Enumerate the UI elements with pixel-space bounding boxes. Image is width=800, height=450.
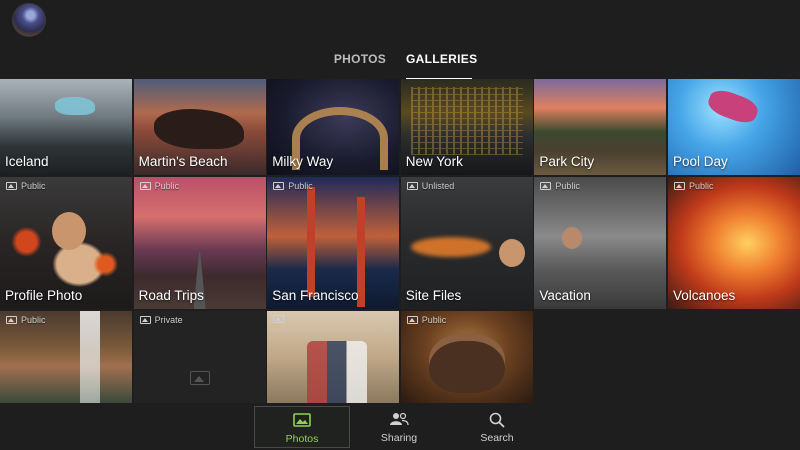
- gallery-tile[interactable]: Private: [133, 311, 266, 403]
- person-figure: [562, 227, 583, 249]
- visibility-badge: Public: [540, 181, 580, 191]
- gallery-tile[interactable]: [267, 311, 400, 403]
- gallery-name: Martin's Beach: [138, 154, 228, 169]
- visibility-label: Private: [154, 315, 183, 325]
- bottom-nav: Photos Sharing Search: [0, 404, 800, 450]
- visibility-badge: Public: [273, 181, 313, 191]
- gallery-tile[interactable]: Public: [0, 311, 132, 403]
- visibility-badge: Private: [139, 315, 183, 325]
- nav-photos-button[interactable]: Photos: [254, 406, 350, 448]
- gallery-tile[interactable]: Unlisted Site Files: [400, 177, 533, 309]
- visibility-label: Public: [555, 181, 580, 191]
- gallery-name: Iceland: [5, 154, 49, 169]
- photos-icon: [255, 413, 349, 429]
- visibility-badge: Public: [6, 181, 46, 191]
- visibility-label: Public: [21, 315, 46, 325]
- image-icon: [6, 182, 17, 190]
- galleries-grid: Iceland Martin's Beach Milky Way New Yor…: [0, 79, 800, 404]
- gallery-tile[interactable]: Public Vacation: [534, 177, 667, 309]
- tab-galleries[interactable]: GALLERIES: [406, 52, 477, 80]
- visibility-label: Public: [688, 181, 714, 191]
- view-tabs: PHOTOS GALLERIES: [0, 52, 800, 80]
- gallery-tile[interactable]: Iceland: [0, 79, 132, 175]
- sharing-icon: [351, 412, 447, 428]
- empty-cell: [667, 311, 800, 403]
- gallery-tile[interactable]: Milky Way: [267, 79, 400, 175]
- gallery-tile[interactable]: Park City: [534, 79, 667, 175]
- image-icon: [273, 182, 285, 190]
- nav-photos-label: Photos: [285, 433, 319, 445]
- image-icon: [273, 315, 285, 323]
- image-icon: [139, 182, 151, 190]
- nav-search-button[interactable]: Search: [449, 406, 545, 448]
- person-figure: [498, 239, 525, 267]
- visibility-label: Public: [288, 181, 313, 191]
- gallery-name: Volcanoes: [672, 288, 736, 303]
- gallery-tile[interactable]: Public San Francisco: [267, 177, 400, 309]
- gallery-name: Road Trips: [138, 288, 204, 303]
- visibility-badge: Unlisted: [406, 181, 455, 191]
- visibility-label: Public: [154, 181, 180, 191]
- empty-cell: [534, 311, 667, 403]
- gallery-tile[interactable]: Public: [400, 311, 533, 403]
- visibility-label: Public: [421, 315, 447, 325]
- image-icon: [540, 182, 552, 190]
- image-icon: [673, 182, 685, 190]
- image-icon: [139, 316, 151, 324]
- nav-sharing-button[interactable]: Sharing: [351, 406, 447, 448]
- gallery-tile[interactable]: Public Road Trips: [133, 177, 266, 309]
- top-bar: PHOTOS GALLERIES: [0, 0, 800, 80]
- visibility-label: Public: [21, 181, 46, 191]
- image-icon: [406, 316, 418, 324]
- tab-photos[interactable]: PHOTOS: [330, 52, 390, 78]
- gallery-name: San Francisco: [272, 288, 359, 303]
- gallery-tile[interactable]: Martin's Beach: [133, 79, 266, 175]
- image-icon: [406, 182, 418, 190]
- person-figure: [52, 212, 86, 250]
- gallery-name: Pool Day: [672, 154, 728, 169]
- gallery-name: Park City: [539, 154, 595, 169]
- gallery-tile[interactable]: New York: [400, 79, 533, 175]
- search-icon: [449, 412, 545, 428]
- gallery-tile[interactable]: Public Volcanoes: [667, 177, 800, 309]
- nav-search-label: Search: [480, 432, 514, 444]
- visibility-badge: Public: [139, 181, 180, 191]
- visibility-badge: Public: [6, 315, 46, 325]
- visibility-label: Unlisted: [421, 181, 455, 191]
- image-icon: [6, 316, 17, 324]
- nav-sharing-label: Sharing: [380, 432, 418, 444]
- gallery-name: Vacation: [539, 288, 591, 303]
- gallery-name: Profile Photo: [5, 288, 83, 303]
- gallery-tile[interactable]: Pool Day: [667, 79, 800, 175]
- avatar[interactable]: [12, 3, 46, 37]
- visibility-badge: Public: [406, 315, 447, 325]
- gallery-name: New York: [405, 154, 463, 169]
- gallery-name: Site Files: [405, 288, 462, 303]
- gallery-tile[interactable]: Public Profile Photo: [0, 177, 132, 309]
- visibility-badge: Public: [673, 181, 714, 191]
- empty-gallery-icon: [189, 371, 210, 385]
- visibility-badge: [273, 315, 288, 323]
- gallery-name: Milky Way: [272, 154, 334, 169]
